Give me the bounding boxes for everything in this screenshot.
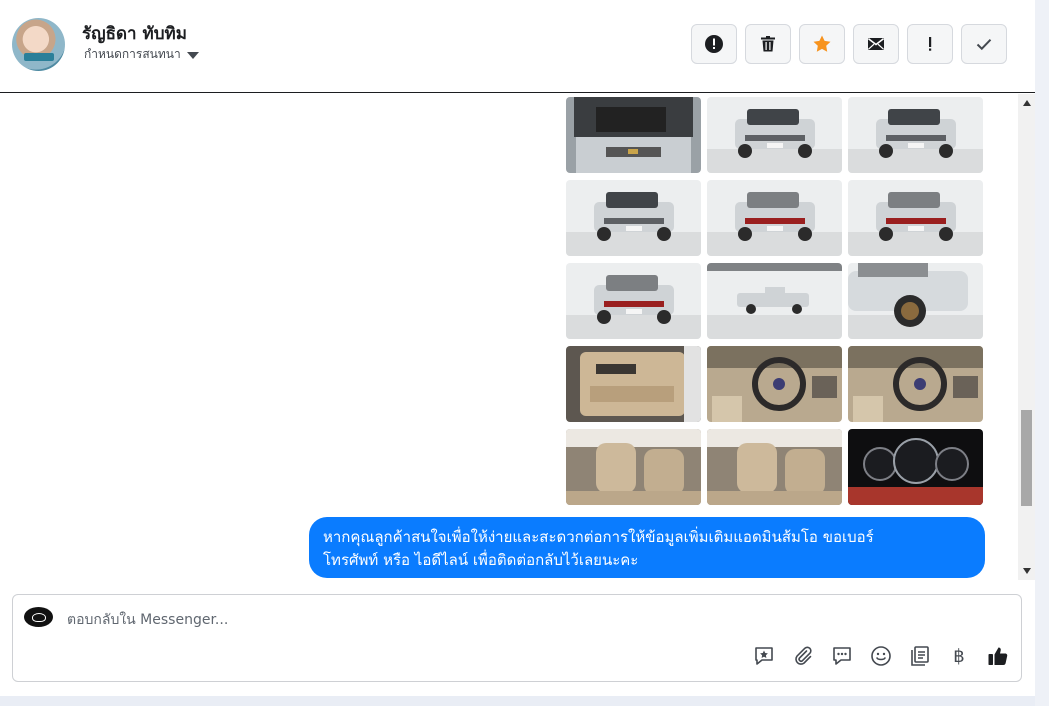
message-thread[interactable]: หากคุณลูกค้าสนใจเพื่อให้ง่ายและสะดวกต่อก… [0, 94, 1018, 580]
header-actions [691, 24, 1007, 64]
star-button[interactable] [799, 24, 845, 64]
photo-thumbnail[interactable] [707, 429, 842, 505]
car-photo-image [848, 346, 983, 422]
catalog-button[interactable] [909, 645, 931, 667]
message-text-line: โทรศัพท์ หรือ ไอดีไลน์ เพื่อติดต่อกลับไว… [323, 551, 639, 569]
car-photo-image [848, 263, 983, 339]
message-text-line: หากคุณลูกค้าสนใจเพื่อให้ง่ายและสะดวกต่อก… [323, 528, 874, 546]
chevron-down-icon [186, 52, 199, 59]
contact-avatar[interactable] [12, 18, 65, 71]
check-icon [976, 39, 992, 51]
scroll-up-arrow[interactable] [1023, 100, 1031, 106]
car-photo-image [707, 346, 842, 422]
star-comment-icon [755, 647, 773, 665]
like-button[interactable] [987, 645, 1009, 667]
payment-icon: ฿ [953, 645, 965, 667]
assign-conversation-label: กำหนดการสนทนา [84, 47, 181, 61]
thumbs-up-icon [988, 647, 1008, 665]
done-button[interactable] [961, 24, 1007, 64]
contact-name[interactable]: รัญธิดา ทับทิม [82, 20, 187, 47]
car-photo-image [848, 97, 983, 173]
photo-thumbnail[interactable] [566, 429, 701, 505]
car-photo-image [707, 263, 842, 339]
emoji-button[interactable] [870, 645, 892, 667]
photo-thumbnail[interactable] [848, 180, 983, 256]
car-photo-image [707, 97, 842, 173]
car-photo-image [566, 263, 701, 339]
car-photo-image [566, 180, 701, 256]
photo-attachment-grid [566, 97, 983, 505]
catalog-icon [911, 646, 929, 666]
attach-button[interactable] [792, 645, 814, 667]
photo-thumbnail[interactable] [566, 346, 701, 422]
emoji-icon [871, 646, 891, 666]
report-button[interactable] [691, 24, 737, 64]
trash-icon [761, 36, 775, 52]
photo-thumbnail[interactable] [566, 263, 701, 339]
composer-tools: ฿ [753, 645, 1009, 667]
reply-input[interactable] [67, 609, 967, 631]
delete-button[interactable] [745, 24, 791, 64]
photo-thumbnail[interactable] [707, 180, 842, 256]
page-edge [1035, 0, 1049, 706]
car-photo-image [848, 180, 983, 256]
photo-thumbnail[interactable] [848, 97, 983, 173]
scroll-down-arrow[interactable] [1023, 568, 1031, 574]
car-photo-image [566, 429, 701, 505]
exclamation-icon [929, 37, 932, 51]
assign-conversation-dropdown[interactable]: กำหนดการสนทนา [84, 45, 199, 64]
paperclip-icon [795, 646, 812, 665]
saved-reply-icon [833, 647, 851, 665]
star-icon [813, 35, 831, 52]
reply-composer: ฿ [12, 594, 1022, 682]
outgoing-message-bubble[interactable]: หากคุณลูกค้าสนใจเพื่อให้ง่ายและสะดวกต่อก… [309, 517, 985, 578]
conversation-panel: รัญธิดา ทับทิม กำหนดการสนทนา หากคุณลูกค้… [0, 0, 1035, 696]
photo-thumbnail[interactable] [566, 97, 701, 173]
photo-thumbnail[interactable] [848, 263, 983, 339]
saved-reply-button[interactable] [831, 645, 853, 667]
photo-thumbnail[interactable] [707, 263, 842, 339]
car-photo-image [566, 97, 701, 173]
photo-thumbnail[interactable] [707, 97, 842, 173]
thread-scrollbar[interactable] [1018, 94, 1035, 580]
car-photo-image [848, 429, 983, 505]
mark-unread-button[interactable] [853, 24, 899, 64]
mail-icon [868, 38, 884, 50]
car-photo-image [566, 346, 701, 422]
photo-thumbnail[interactable] [848, 429, 983, 505]
spam-button[interactable] [907, 24, 953, 64]
payment-button[interactable]: ฿ [948, 645, 970, 667]
photo-thumbnail[interactable] [848, 346, 983, 422]
star-comment-button[interactable] [753, 645, 775, 667]
conversation-header: รัญธิดา ทับทิม กำหนดการสนทนา [0, 0, 1035, 93]
page-logo-icon [24, 607, 53, 627]
alert-circle-icon [705, 35, 723, 53]
car-photo-image [707, 429, 842, 505]
scrollbar-thumb[interactable] [1021, 410, 1032, 506]
photo-thumbnail[interactable] [707, 346, 842, 422]
car-photo-image [707, 180, 842, 256]
avatar-badge [24, 53, 54, 61]
photo-thumbnail[interactable] [566, 180, 701, 256]
